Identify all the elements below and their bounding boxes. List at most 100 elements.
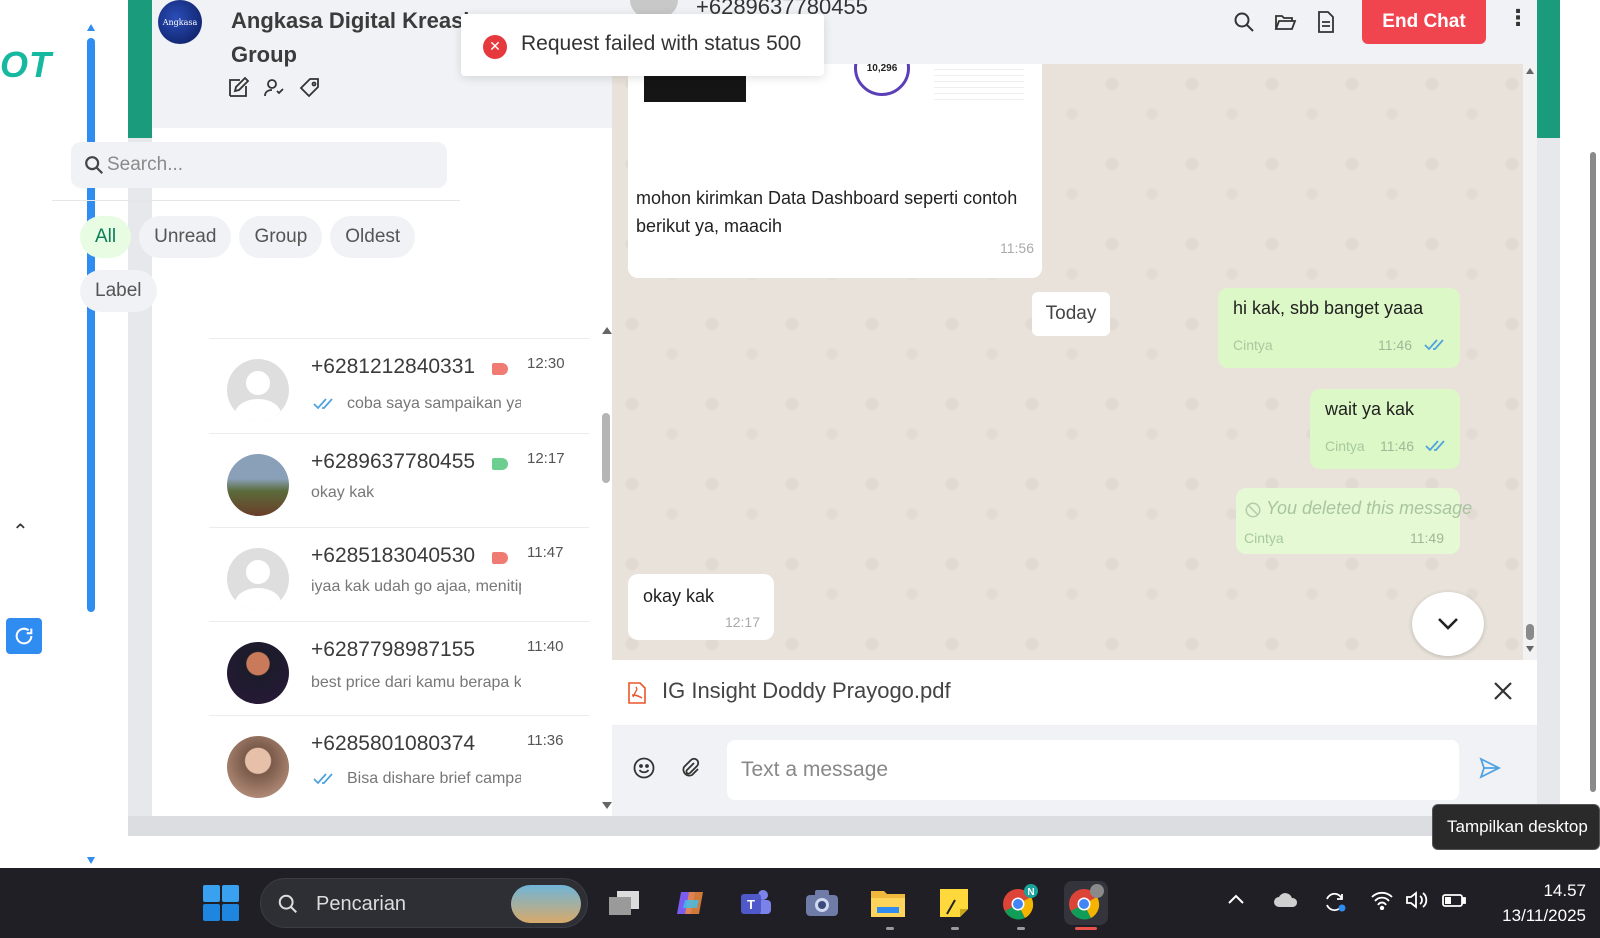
scroll-up-arrow[interactable]	[1526, 68, 1534, 74]
windows-taskbar: Pencarian T N 14.57 13/11/2025	[0, 868, 1600, 938]
active-indicator	[1075, 927, 1097, 930]
double-check-icon	[1425, 440, 1445, 452]
sync-icon[interactable]	[1322, 890, 1348, 914]
chrome-profile-icon[interactable]: N	[998, 881, 1042, 925]
filter-label[interactable]: Label	[80, 270, 157, 312]
chat-list-item[interactable]: +6285801080374 11:36 Bisa dishare brief …	[209, 715, 589, 809]
message-time: 11:46	[1380, 438, 1414, 454]
filter-oldest[interactable]: Oldest	[330, 216, 416, 258]
filter-unread[interactable]: Unread	[139, 216, 232, 258]
avatar	[227, 454, 289, 516]
file-explorer-icon[interactable]	[866, 881, 910, 925]
teams-icon[interactable]: T	[734, 881, 778, 925]
collapse-caret-icon[interactable]: ⌃	[12, 519, 29, 544]
wifi-icon[interactable]	[1370, 890, 1394, 910]
avatar	[227, 642, 289, 704]
message-text: wait ya kak	[1325, 399, 1415, 419]
copilot-icon[interactable]	[668, 881, 712, 925]
label-tag	[492, 363, 508, 375]
system-clock[interactable]: 14.57 13/11/2025	[1466, 878, 1586, 928]
group-avatar[interactable]: Angkasa	[158, 0, 202, 44]
close-icon[interactable]	[1492, 680, 1514, 702]
label-tag-icon[interactable]	[298, 76, 322, 100]
message-composer	[612, 726, 1537, 816]
scroll-up-arrow[interactable]	[602, 327, 612, 334]
outgoing-message[interactable]: hi kak, sbb banget yaaa Cintya 11:46	[1218, 288, 1460, 368]
folder-open-icon[interactable]	[1273, 10, 1297, 34]
accent-bar-right	[1537, 0, 1560, 138]
send-icon[interactable]	[1478, 756, 1502, 780]
incoming-message[interactable]: okay kak 12:17	[628, 574, 774, 640]
chat-preview: Bisa dishare brief campaign	[347, 770, 521, 787]
chat-phone: +6281212840331	[311, 355, 476, 378]
sender-name: Cintya	[1244, 530, 1284, 546]
error-toast: ✕ Request failed with status 500	[461, 14, 824, 76]
scroll-to-bottom-button[interactable]	[1412, 592, 1484, 656]
chat-list-item[interactable]: +6281212840331 12:30 coba saya sampaikan…	[209, 338, 589, 432]
chat-preview: coba saya sampaikan ya	[347, 395, 521, 412]
scroll-thumb[interactable]	[87, 38, 95, 612]
chevron-down-icon	[1438, 618, 1458, 630]
chat-list-item[interactable]: +6289637780455 12:17 okay kak	[209, 433, 589, 527]
incoming-image-message[interactable]: 10,296 mohon kirimkan Data Dashboard sep…	[628, 64, 1042, 278]
chat-time: 11:40	[527, 638, 564, 655]
paperclip-icon[interactable]	[678, 756, 702, 780]
outgoing-message[interactable]: wait ya kak Cintya 11:46	[1310, 389, 1460, 469]
onedrive-cloud-icon[interactable]	[1273, 890, 1299, 910]
chevron-up-icon[interactable]	[1226, 890, 1246, 910]
emoji-icon[interactable]	[632, 756, 656, 780]
window-scroll-thumb[interactable]	[1590, 152, 1596, 792]
search-icon[interactable]	[1232, 10, 1256, 34]
message-time: 12:17	[724, 614, 760, 630]
sticky-notes-icon[interactable]	[932, 881, 976, 925]
avatar	[227, 359, 289, 421]
chat-list-item[interactable]: +6285183040530 11:47 iyaa kak udah go aj…	[209, 527, 589, 621]
chat-list-scrollbar[interactable]	[600, 323, 612, 813]
task-view-icon[interactable]	[602, 881, 646, 925]
conversation-pane: +6289637780455 End Chat ⋮ 10,296 mohon k…	[612, 0, 1537, 816]
attachment-preview: IG Insight Doddy Prayogo.pdf	[612, 660, 1537, 726]
search-input[interactable]	[107, 142, 437, 188]
more-options-icon[interactable]: ⋮	[1507, 6, 1529, 31]
accent-bar-left	[128, 0, 152, 138]
scroll-up-arrow[interactable]	[87, 24, 95, 31]
camera-icon[interactable]	[800, 881, 844, 925]
frame-bottom	[128, 816, 1560, 836]
chat-phone: +6285183040530	[311, 544, 476, 567]
battery-icon[interactable]	[1441, 890, 1467, 910]
message-text: okay kak	[643, 586, 715, 606]
edit-icon[interactable]	[226, 76, 250, 100]
volume-icon[interactable]	[1404, 890, 1428, 910]
chat-phone: +6289637780455	[311, 450, 476, 473]
chrome-profile-badge: N	[1027, 887, 1034, 898]
scroll-thumb[interactable]	[602, 413, 610, 483]
chat-preview: best price dari kamu berapa ka	[311, 674, 521, 691]
assign-user-icon[interactable]	[262, 76, 286, 100]
date-separator: Today	[1032, 292, 1110, 336]
refresh-button[interactable]	[6, 618, 42, 654]
chat-list-item[interactable]: +6287798987155 11:40 best price dari kam…	[209, 621, 589, 715]
scroll-down-arrow[interactable]	[602, 802, 612, 809]
end-chat-button[interactable]: End Chat	[1362, 0, 1486, 44]
deleted-message[interactable]: You deleted this message Cintya 11:49	[1236, 488, 1472, 554]
scroll-down-arrow[interactable]	[1526, 646, 1534, 652]
filter-group[interactable]: Group	[239, 216, 323, 258]
taskbar-search[interactable]: Pencarian	[260, 878, 588, 928]
message-input[interactable]	[727, 740, 1459, 800]
filter-all[interactable]: All	[80, 216, 132, 258]
chat-search[interactable]	[71, 142, 447, 188]
window-scrollbar[interactable]	[1588, 152, 1598, 792]
thumbnail-ring: 10,296	[854, 64, 910, 96]
message-area: 10,296 mohon kirimkan Data Dashboard sep…	[612, 64, 1523, 660]
document-icon[interactable]	[1313, 10, 1337, 34]
windows-start-icon[interactable]	[202, 884, 240, 922]
chat-preview: okay kak	[311, 484, 375, 501]
chrome-active-icon[interactable]	[1064, 881, 1108, 925]
message-time: 11:56	[1000, 240, 1034, 256]
message-scrollbar[interactable]	[1523, 64, 1537, 660]
background-page: OT ⌃	[0, 0, 128, 868]
show-desktop-tooltip: Tampilkan desktop	[1432, 804, 1600, 850]
error-icon: ✕	[483, 35, 507, 59]
scroll-down-arrow[interactable]	[87, 857, 95, 864]
scroll-thumb[interactable]	[1526, 624, 1534, 640]
